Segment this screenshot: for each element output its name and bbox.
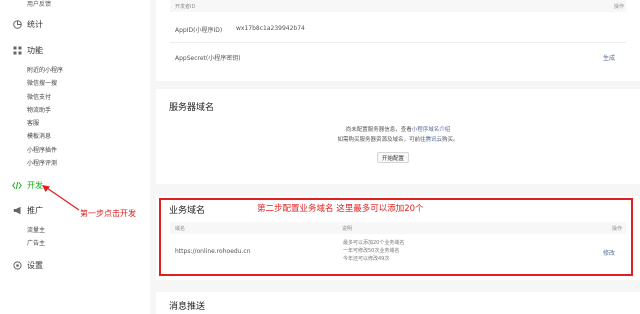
server-domain-hint-1: 尚未配置服务器信息，查看小程序域名介绍: [156, 125, 640, 135]
sidebar-subitem-review[interactable]: 小程序评测: [27, 158, 57, 167]
appid-value: wx17b8c1a239942b74: [236, 25, 305, 32]
annotation-step1: 第一步点击开发: [80, 209, 136, 218]
start-config-button[interactable]: 开始配置: [377, 152, 409, 163]
sidebar-item-settings[interactable]: 设置: [12, 259, 43, 271]
sidebar-item-feedback[interactable]: 用户反馈: [27, 0, 51, 8]
sidebar-subitem-service[interactable]: 客服: [27, 118, 39, 127]
sidebar-subitem-search[interactable]: 微信搜一搜: [27, 78, 57, 87]
generate-secret-link[interactable]: 生成: [603, 53, 615, 62]
sidebar-subitem-advertiser[interactable]: 广告主: [27, 238, 45, 247]
annotation-arrow: [42, 185, 80, 211]
sidebar-subitem-nearby[interactable]: 附近的小程序: [27, 65, 63, 74]
divider: [170, 42, 626, 43]
developer-id-card: 开发者ID 操作 AppID(小程序ID) wx17b8c1a239942b74…: [156, 0, 640, 81]
sidebar-subitem-traffic[interactable]: 流量主: [27, 225, 45, 234]
table-header: 开发者ID 操作: [170, 0, 626, 12]
domain-intro-link[interactable]: 小程序域名介绍: [412, 127, 451, 133]
megaphone-icon: [12, 205, 22, 215]
stats-icon: [12, 19, 22, 29]
sidebar-item-develop[interactable]: 开发: [12, 179, 43, 191]
annotation-step2: 第二步配置业务域名 这里最多可以添加20个: [257, 204, 424, 214]
sidebar-subitem-plugin[interactable]: 小程序插件: [27, 145, 57, 154]
hint-text: 如需购买服务器资源及域名，可前往: [337, 137, 426, 143]
server-domain-hint-2: 如需购买服务器资源及域名，可前往腾讯云购买。: [156, 135, 640, 145]
tencent-cloud-link[interactable]: 腾讯云: [425, 137, 442, 143]
sidebar-item-label: 统计: [27, 19, 43, 29]
appid-label: AppID(小程序ID): [175, 27, 223, 34]
message-push-card: 消息推送: [156, 292, 640, 314]
server-domain-card: 服务器域名 尚未配置服务器信息，查看小程序域名介绍 如需购买服务器资源及域名，可…: [156, 89, 640, 184]
sidebar-item-label: 功能: [27, 45, 43, 55]
sidebar-item-promo[interactable]: 推广: [12, 204, 43, 216]
sidebar-subitem-logistics[interactable]: 物流助手: [27, 105, 51, 114]
appsecret-label: AppSecret(小程序密钥): [175, 55, 241, 62]
sidebar-subitem-template[interactable]: 模板消息: [27, 131, 51, 140]
col-header-devid: 开发者ID: [175, 3, 196, 10]
message-push-title: 消息推送: [169, 302, 206, 312]
sidebar-item-stats[interactable]: 统计: [12, 18, 43, 30]
code-icon: [12, 180, 22, 190]
settings-icon: [12, 260, 22, 270]
server-domain-title: 服务器域名: [169, 103, 215, 113]
sidebar: 用户反馈 统计 功能 附近的小程序 微信搜一搜 微信支付 物流助手 客服 模板消…: [0, 0, 150, 314]
col-header-action: 操作: [613, 3, 624, 10]
sidebar-item-features[interactable]: 功能: [12, 44, 43, 56]
sidebar-subitem-pay[interactable]: 微信支付: [27, 92, 51, 101]
grid-icon: [12, 45, 22, 55]
hint-text: 尚未配置服务器信息，查看: [345, 127, 412, 133]
hint-text: 购买。: [442, 137, 459, 143]
sidebar-item-label: 设置: [27, 260, 43, 270]
